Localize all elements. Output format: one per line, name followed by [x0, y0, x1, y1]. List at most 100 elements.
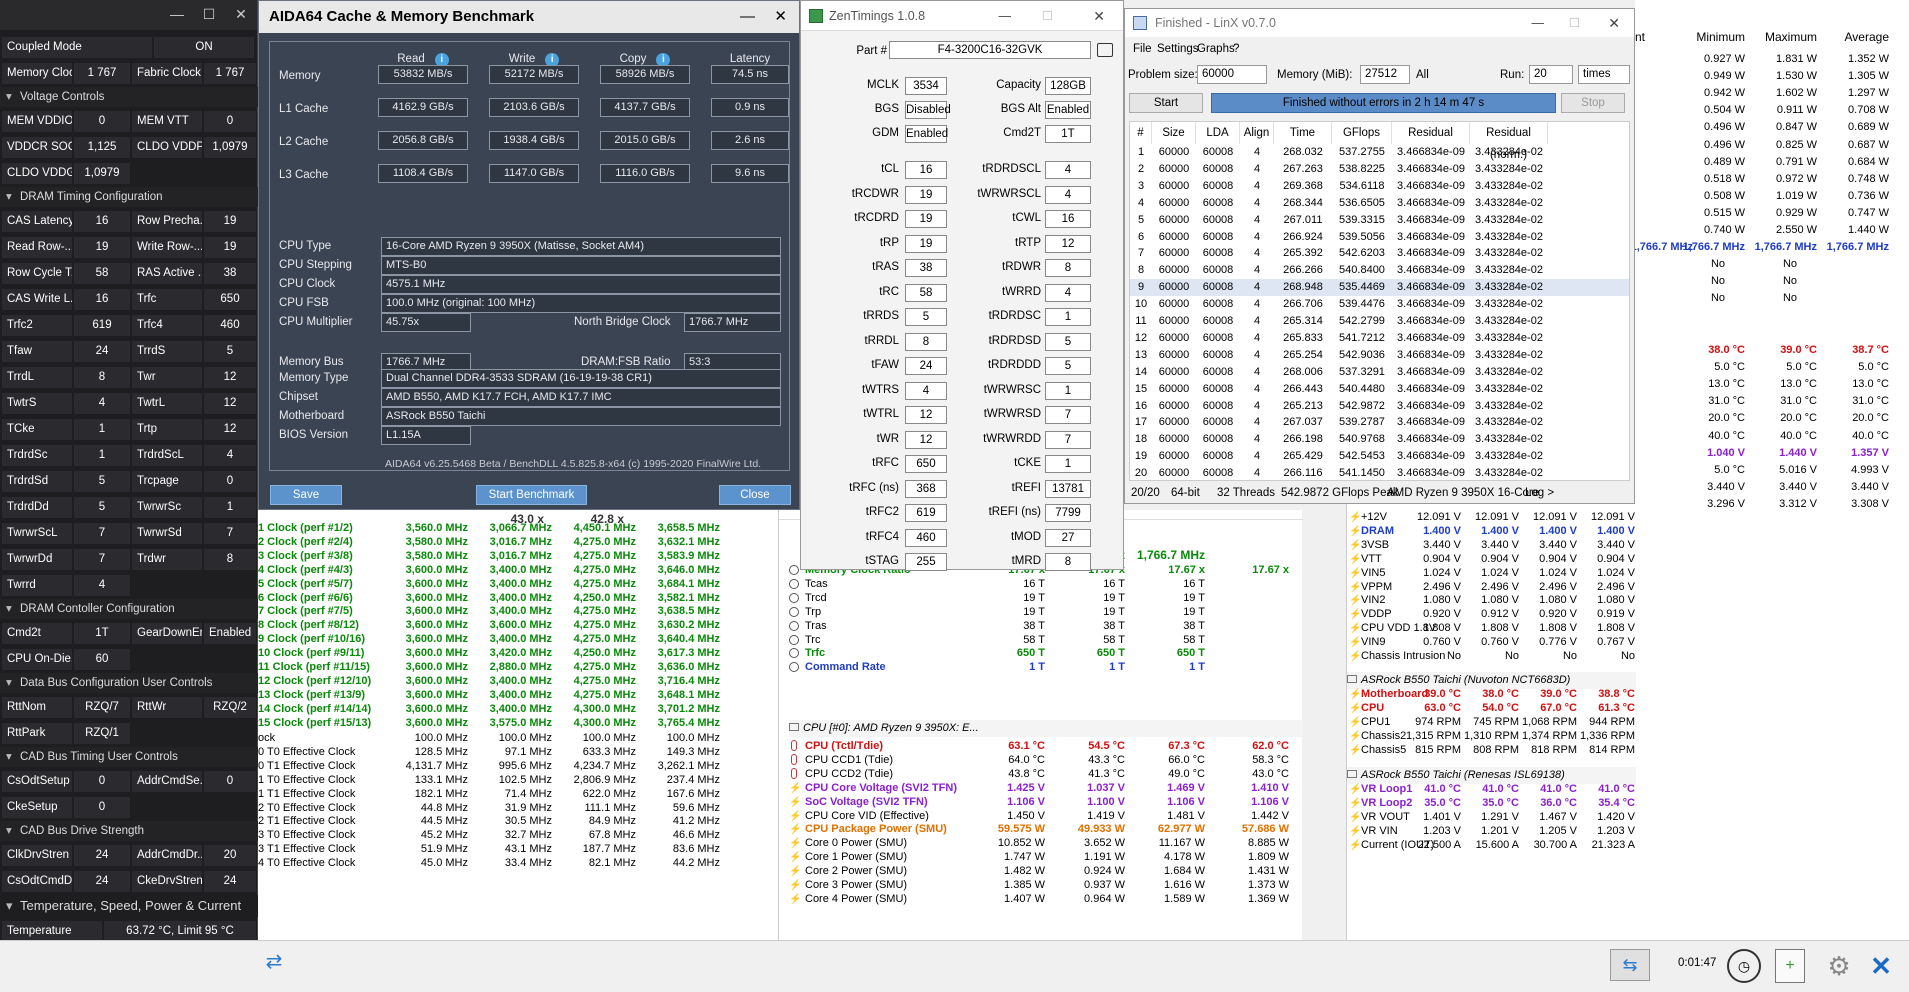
times-select[interactable]: times [1578, 65, 1630, 84]
table-header[interactable]: Time [1274, 122, 1332, 144]
table-row[interactable]: 12 60000 60008 4 265.833 541.7212 3.466834e-09… [1130, 330, 1629, 347]
param-value[interactable]: 19 [74, 237, 130, 258]
param-value[interactable]: ON [154, 37, 254, 58]
param-value[interactable]: RZQ/2 [204, 697, 256, 718]
cpu-sensor-header[interactable]: CPU [#0]: AMD Ryzen 9 3950X: E... [789, 720, 1303, 737]
param-value[interactable]: 19 [204, 211, 256, 232]
column-header[interactable]: Maximum [1747, 30, 1817, 44]
param-value[interactable]: 1 [204, 497, 256, 518]
start-benchmark-button[interactable]: Start Benchmark [476, 485, 587, 505]
network-icon[interactable]: ⇆ [1610, 949, 1650, 981]
table-row[interactable]: 3 60000 60008 4 269.368 534.6118 3.466834e-09 3… [1130, 178, 1629, 195]
param-value[interactable]: 1,0979 [74, 163, 130, 184]
param-value[interactable]: 7 [204, 523, 256, 544]
report-icon[interactable]: + [1775, 949, 1805, 983]
param-value[interactable]: 12 [204, 419, 256, 440]
section-header[interactable]: Data Bus Configuration User Controls [0, 673, 258, 693]
status-bar-item[interactable]: Log > [1525, 487, 1565, 499]
section-header[interactable]: DRAM Timing Configuration [0, 187, 258, 207]
start-button[interactable]: Start [1129, 93, 1203, 113]
param-value[interactable]: 0 [204, 471, 256, 492]
param-value[interactable]: 650 [204, 289, 256, 310]
table-row[interactable]: 6 60000 60008 4 266.924 539.5056 3.466834e-09 3… [1130, 229, 1629, 246]
param-value[interactable]: 0 [204, 771, 256, 792]
arrows-icon[interactable]: ⇄ [258, 949, 290, 977]
table-row[interactable]: 11 60000 60008 4 265.314 542.2799 3.466834e-09… [1130, 313, 1629, 330]
param-value[interactable]: 1,0979 [204, 137, 256, 158]
param-value[interactable]: 0 [204, 111, 256, 132]
table-row[interactable]: 16 60000 60008 4 265.213 542.9872 3.466834e-09… [1130, 398, 1629, 415]
column-header[interactable]: Minimum [1675, 30, 1745, 44]
zen-minimize-icon[interactable]: — [999, 1, 1012, 31]
minimize-icon[interactable]: — [168, 6, 186, 24]
table-row[interactable]: 18 60000 60008 4 266.198 540.9768 3.466834e-09… [1130, 431, 1629, 448]
table-row[interactable]: 13 60000 60008 4 265.254 542.9036 3.466834e-09… [1130, 347, 1629, 364]
param-value[interactable]: 16 [74, 289, 130, 310]
param-value[interactable]: RZQ/1 [74, 723, 130, 744]
table-row[interactable]: 4 60000 60008 4 268.344 536.6505 3.466834e-09 3… [1130, 195, 1629, 212]
param-value[interactable]: 24 [74, 341, 130, 362]
param-value[interactable]: 1 [74, 419, 130, 440]
param-value[interactable]: 8 [204, 549, 256, 570]
maximize-icon[interactable]: ☐ [200, 6, 218, 24]
column-header[interactable]: nt [1635, 30, 1655, 44]
table-header[interactable]: # [1130, 122, 1152, 144]
table-row[interactable]: 9 60000 60008 4 268.948 535.4469 3.466834e-09 3… [1130, 279, 1629, 297]
table-row[interactable]: 19 60000 60008 4 265.429 542.5453 3.466834e-09… [1130, 448, 1629, 465]
all-checkbox-label[interactable]: All [1416, 69, 1429, 81]
table-header[interactable]: Residual [1392, 122, 1470, 144]
table-header[interactable]: GFlops [1332, 122, 1392, 144]
param-value[interactable]: 5 [204, 341, 256, 362]
aida-minimize-icon[interactable]: — [740, 1, 755, 33]
clock-icon[interactable]: ◷ [1727, 949, 1761, 983]
param-value[interactable]: 20 [204, 845, 256, 866]
param-value[interactable]: 12 [204, 393, 256, 414]
param-value[interactable]: 60 [74, 649, 130, 670]
param-value[interactable]: 619 [74, 315, 130, 336]
section-header[interactable]: Temperature, Speed, Power & Current [0, 895, 258, 917]
param-value[interactable]: 460 [204, 315, 256, 336]
param-value[interactable]: 0 [74, 797, 130, 818]
param-value[interactable]: Enabled [204, 623, 256, 644]
settings-gear-icon[interactable]: ⚙ [1822, 949, 1856, 983]
table-row[interactable]: 14 60000 60008 4 268.006 537.3291 3.466834e-09… [1130, 364, 1629, 381]
param-value[interactable]: 16 [74, 211, 130, 232]
param-value[interactable]: 58 [74, 263, 130, 284]
param-value[interactable]: 8 [74, 367, 130, 388]
table-row[interactable]: 15 60000 60008 4 266.443 540.4480 3.466834e-09… [1130, 381, 1629, 398]
table-row[interactable]: 7 60000 60008 4 265.392 542.6203 3.466834e-09 3… [1130, 245, 1629, 262]
table-row[interactable]: 20 60000 60008 4 266.116 541.1450 3.466834e-09… [1130, 465, 1629, 480]
table-row[interactable]: 17 60000 60008 4 267.037 539.2787 3.466834e-09… [1130, 414, 1629, 431]
param-value[interactable]: 5 [74, 497, 130, 518]
column-header[interactable]: Average [1819, 30, 1889, 44]
param-value[interactable]: 5 [74, 471, 130, 492]
param-value[interactable]: 1T [74, 623, 130, 644]
menu-item[interactable]: ? [1233, 43, 1239, 55]
close-icon[interactable]: ✕ [232, 6, 250, 24]
param-value[interactable]: 7 [74, 523, 130, 544]
param-value[interactable]: 0 [74, 771, 130, 792]
table-row[interactable]: 10 60000 60008 4 266.706 539.4476 3.466834e-09… [1130, 296, 1629, 313]
param-value[interactable]: 4 [74, 575, 130, 596]
aida-close-icon[interactable]: ✕ [774, 1, 787, 33]
section-header[interactable]: Voltage Controls [0, 87, 258, 107]
param-value[interactable]: 7 [74, 549, 130, 570]
param-value[interactable]: 24 [74, 845, 130, 866]
param-value[interactable]: 1 767 [74, 63, 130, 84]
param-value[interactable]: 4 [204, 445, 256, 466]
menu-item[interactable]: Graphs [1197, 43, 1235, 55]
param-value[interactable]: RZQ/7 [74, 697, 130, 718]
memory-input[interactable]: 27512 [1360, 65, 1410, 84]
table-row[interactable]: 2 60000 60008 4 267.263 538.8225 3.466834e-09 3… [1130, 161, 1629, 178]
table-row[interactable]: 5 60000 60008 4 267.011 539.3315 3.466834e-09 3… [1130, 212, 1629, 229]
table-header[interactable]: Residual (norm.) [1470, 122, 1548, 161]
table-header[interactable]: Size [1152, 122, 1196, 144]
param-value[interactable]: 0 [74, 111, 130, 132]
table-row[interactable]: 8 60000 60008 4 266.266 540.8400 3.466834e-09 3… [1130, 262, 1629, 279]
run-count-input[interactable]: 20 [1529, 65, 1573, 84]
screenshot-icon[interactable] [1097, 43, 1113, 57]
menu-item[interactable]: Settings [1157, 43, 1199, 55]
linx-close-icon[interactable]: ✕ [1608, 9, 1620, 37]
param-value[interactable]: 19 [204, 237, 256, 258]
section-header[interactable]: DRAM Contoller Configuration [0, 599, 258, 619]
